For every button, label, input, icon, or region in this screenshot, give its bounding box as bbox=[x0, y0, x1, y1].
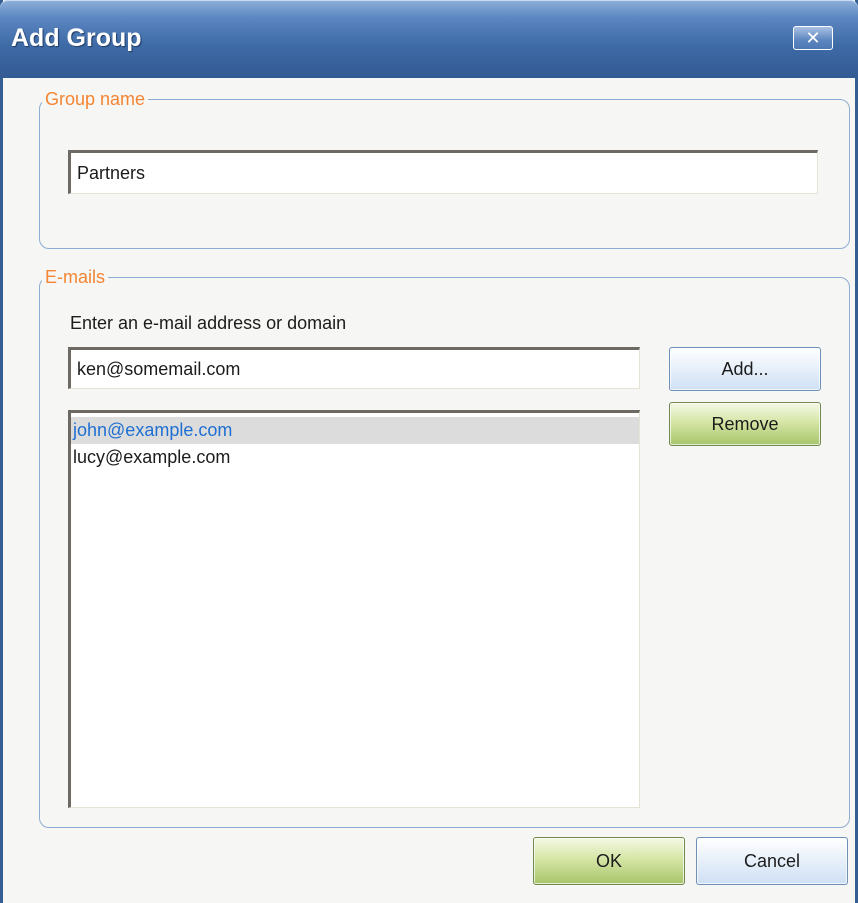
email-input[interactable]: ken@somemail.com bbox=[68, 347, 640, 389]
email-list-item[interactable]: lucy@example.com bbox=[71, 444, 639, 471]
ok-button[interactable]: OK bbox=[533, 837, 685, 885]
add-button[interactable]: Add... bbox=[669, 347, 821, 391]
title-bar[interactable]: Add Group ✕ bbox=[0, 0, 858, 78]
ok-button-label: OK bbox=[595, 850, 622, 871]
email-input-value: ken@somemail.com bbox=[77, 358, 241, 379]
close-icon: ✕ bbox=[805, 28, 821, 48]
close-button[interactable]: ✕ bbox=[793, 26, 833, 50]
emails-legend: E-mails bbox=[45, 267, 106, 287]
cancel-button[interactable]: Cancel bbox=[696, 837, 848, 885]
dialog-title: Add Group bbox=[11, 24, 142, 52]
add-group-dialog: Add Group ✕ Group name Partners E-mails … bbox=[0, 0, 858, 903]
email-list[interactable]: john@example.com lucy@example.com bbox=[68, 410, 640, 808]
group-name-value: Partners bbox=[77, 162, 146, 183]
group-name-input[interactable]: Partners bbox=[68, 150, 818, 194]
remove-button[interactable]: Remove bbox=[669, 402, 821, 446]
add-button-label: Add... bbox=[721, 358, 769, 379]
remove-button-label: Remove bbox=[711, 413, 779, 434]
email-list-item[interactable]: john@example.com bbox=[71, 417, 639, 444]
group-name-legend: Group name bbox=[45, 89, 146, 109]
email-instruction-label: Enter an e-mail address or domain bbox=[70, 313, 347, 333]
cancel-button-label: Cancel bbox=[743, 850, 801, 871]
